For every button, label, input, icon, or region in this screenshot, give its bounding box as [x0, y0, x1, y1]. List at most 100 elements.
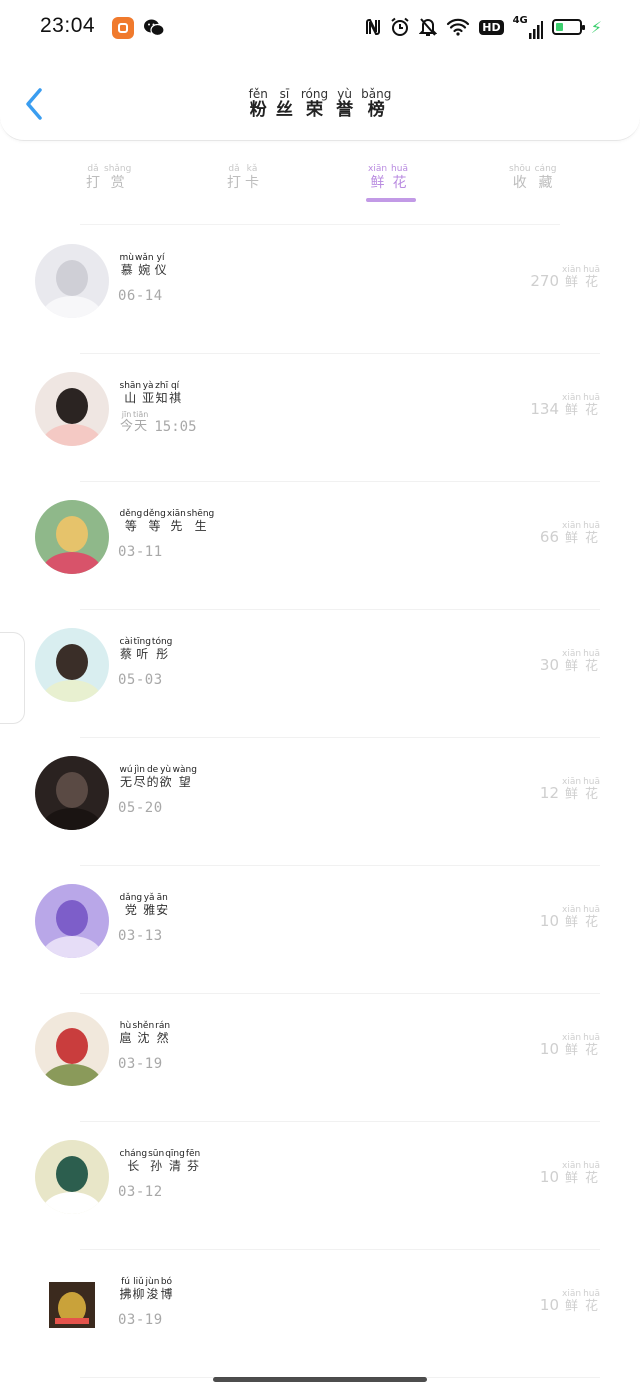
flower-unit-hanzi: 花 [585, 1298, 599, 1314]
alarm-icon [391, 17, 409, 36]
fan-date: 06-14 [118, 288, 163, 304]
tab-reward[interactable]: dǎ 打 shǎng 赏 [84, 156, 133, 191]
tab-label-pinyin: shōu [509, 164, 531, 174]
tab-label-pinyin: dǎ [228, 164, 240, 174]
flower-unit-char: xiān 鲜 [562, 1033, 581, 1059]
fan-list-item[interactable]: fú 拂 liǔ 柳 jùn 浚 bó 博 03-19 10 xiān 鲜 huā 花 [0, 1250, 640, 1378]
avatar[interactable] [35, 756, 109, 830]
avatar[interactable] [35, 244, 109, 318]
fan-name-char: fēn 芬 [186, 1149, 200, 1174]
fan-name-hanzi: 的 [146, 774, 159, 789]
fan-list-item[interactable]: děng 等 děng 等 xiān 先 shēng 生 03-11 66 xiān 鲜 huā 花 [0, 482, 640, 610]
fan-name-char: jìn 尽 [134, 765, 146, 790]
fan-name-hanzi: 听 [136, 646, 149, 661]
fan-name-hanzi: 拂 [119, 1286, 132, 1301]
fan-name: dǎng 党 yǎ 雅 ān 安 [119, 893, 169, 918]
fan-date-prefix-hanzi: 今 [120, 418, 134, 434]
tab-label-hanzi: 鲜 [370, 174, 385, 191]
fan-list-item[interactable]: dǎng 党 yǎ 雅 ān 安 03-13 10 xiān 鲜 huā 花 [0, 866, 640, 994]
avatar[interactable] [35, 1140, 109, 1214]
page-title-hanzi: 丝 [275, 100, 293, 121]
flower-unit-char: xiān 鲜 [562, 1161, 581, 1187]
tab-active-indicator [366, 198, 416, 202]
fan-name-hanzi: 等 [124, 518, 137, 533]
flower-count: 10 xiān 鲜 huā 花 [540, 1161, 601, 1187]
fan-name-char: yí 仪 [155, 253, 167, 278]
flower-count-value: 30 [539, 655, 560, 674]
tab-label-pinyin: cáng [534, 164, 557, 174]
tab-collect[interactable]: shōu 收 cáng 藏 [507, 156, 559, 191]
fan-name-char: shān 山 [120, 381, 142, 406]
fan-name-char: xiān 先 [167, 509, 186, 534]
fan-name-hanzi: 孙 [150, 1158, 163, 1173]
fan-name-char: qīng 清 [165, 1149, 185, 1174]
flower-unit-char: xiān 鲜 [562, 265, 581, 291]
fan-list-item[interactable]: shān 山 yà 亚 zhī 知 qí 祺 jīn 今 tiān 天 15:05 134 xiān 鲜 huā… [0, 354, 640, 482]
fan-name: fú 拂 liǔ 柳 jùn 浚 bó 博 [119, 1277, 173, 1302]
page-title-char: bǎng 榜 [361, 87, 391, 121]
page-title-char: yù 誉 [336, 87, 353, 121]
fan-name-hanzi: 生 [194, 518, 207, 533]
avatar[interactable] [35, 372, 109, 446]
avatar[interactable] [35, 884, 109, 958]
flower-unit: xiān 鲜 huā 花 [561, 649, 601, 675]
tab-label-pinyin: dǎ [87, 164, 99, 174]
fan-list-item[interactable]: cháng 长 sūn 孙 qīng 清 fēn 芬 03-12 10 xiān 鲜 huā 花 [0, 1122, 640, 1250]
tab-label-pinyin: huā [391, 164, 408, 174]
tab-label-char: dǎ 打 [227, 164, 241, 191]
flower-unit: xiān 鲜 huā 花 [561, 393, 601, 419]
flower-count-value: 12 [539, 783, 560, 802]
tab-checkin[interactable]: dǎ 打 kǎ 卡 [225, 156, 261, 191]
flower-unit-char: huā 花 [583, 777, 600, 803]
fan-name-hanzi: 祺 [169, 390, 182, 405]
avatar[interactable] [35, 1268, 109, 1342]
fan-name: cài 蔡 tīng 听 tóng 彤 [119, 637, 173, 662]
tabs-divider [80, 224, 560, 225]
avatar[interactable] [35, 500, 109, 574]
fan-list-item[interactable]: mù 慕 wǎn 婉 yí 仪 06-14 270 xiān 鲜 huā 花 [0, 226, 640, 354]
flower-unit-hanzi: 鲜 [565, 1170, 579, 1186]
flower-unit: xiān 鲜 huā 花 [561, 1289, 601, 1315]
page-title-char: róng 荣 [301, 87, 328, 121]
tab-label-char: cáng 藏 [534, 164, 557, 191]
fan-date-prefix: jīn 今 tiān 天 [120, 410, 148, 435]
fan-name-char: ān 安 [156, 893, 169, 918]
fan-name-hanzi: 然 [156, 1030, 169, 1045]
avatar[interactable] [35, 1012, 109, 1086]
fan-name-hanzi: 安 [156, 902, 169, 917]
flower-unit-char: huā 花 [583, 1161, 600, 1187]
fan-date-prefix-char: tiān 天 [133, 410, 148, 435]
fan-list-item[interactable]: hù 扈 shěn 沈 rán 然 03-19 10 xiān 鲜 huā 花 [0, 994, 640, 1122]
fan-name: wú 无 jìn 尽 de 的 yù 欲 wàng 望 [119, 765, 197, 790]
fan-date: 03-19 [118, 1312, 163, 1328]
fan-date-prefix-hanzi: 天 [134, 418, 148, 434]
fan-name-hanzi: 清 [169, 1158, 182, 1173]
home-indicator[interactable] [213, 1377, 427, 1382]
tab-flowers[interactable]: xiān 鲜 huā 花 [366, 156, 410, 191]
fan-name-char: liǔ 柳 [132, 1277, 145, 1302]
flower-count-value: 10 [539, 1039, 560, 1058]
avatar[interactable] [35, 628, 109, 702]
fan-name-hanzi: 柳 [132, 1286, 145, 1301]
tab-label-hanzi: 卡 [245, 174, 259, 191]
tab-label-char: dǎ 打 [86, 164, 100, 191]
flower-unit-char: huā 花 [583, 265, 600, 291]
fan-name: děng 等 děng 等 xiān 先 shēng 生 [119, 509, 215, 534]
fan-date: 05-20 [118, 800, 163, 816]
fan-list-item[interactable]: wú 无 jìn 尽 de 的 yù 欲 wàng 望 05-20 12 xiān 鲜 huā 花 [0, 738, 640, 866]
flower-unit-char: huā 花 [583, 905, 600, 931]
flower-count: 10 xiān 鲜 huā 花 [540, 1289, 601, 1315]
fan-name-char: yǎ 雅 [143, 893, 155, 918]
fan-name: hù 扈 shěn 沈 rán 然 [119, 1021, 171, 1046]
tab-label-hanzi: 藏 [538, 174, 553, 191]
flower-unit: xiān 鲜 huā 花 [561, 1033, 601, 1059]
flower-unit-char: huā 花 [583, 393, 600, 419]
edge-drawer-handle[interactable] [0, 632, 25, 724]
fan-list-item[interactable]: cài 蔡 tīng 听 tóng 彤 05-03 30 xiān 鲜 huā 花 [0, 610, 640, 738]
fan-date: 03-11 [118, 544, 163, 560]
flower-count-value: 10 [539, 911, 560, 930]
fan-name-char: sūn 孙 [148, 1149, 164, 1174]
flower-count: 270 xiān 鲜 huā 花 [530, 265, 601, 291]
page-title: fěn 粉 sī 丝 róng 荣 yù 誉 bǎng 榜 [0, 83, 640, 121]
fan-name-hanzi: 蔡 [119, 646, 132, 661]
